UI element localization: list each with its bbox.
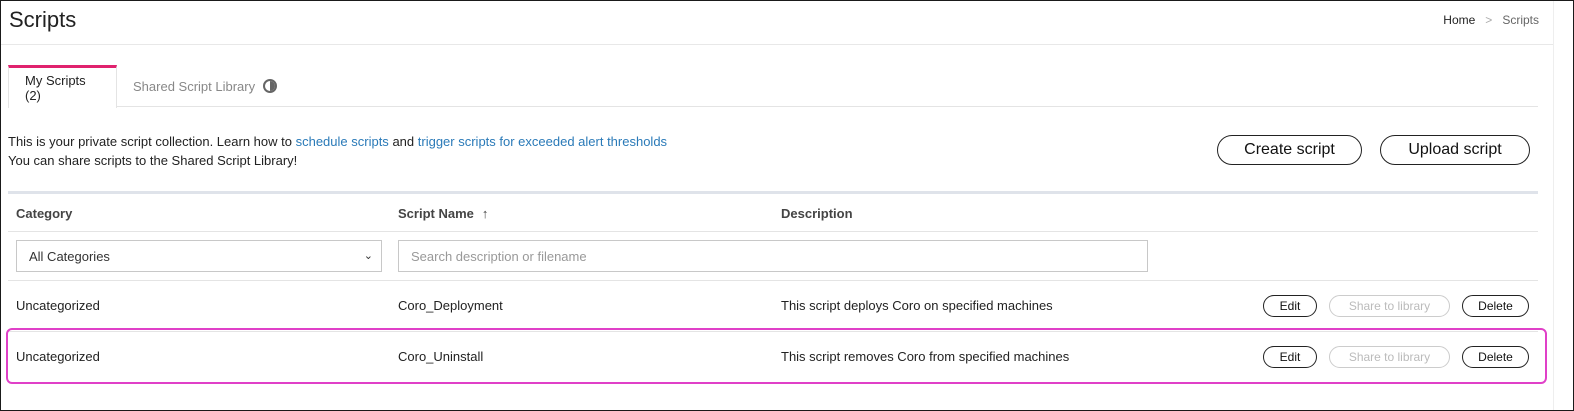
share-to-library-button[interactable]: Share to library [1329,346,1450,368]
category-select[interactable]: All Categories ⌄ [16,240,382,272]
toggle-icon [263,79,278,93]
row-category: Uncategorized [16,298,100,313]
row-category: Uncategorized [16,349,100,364]
intro-line2: You can share scripts to the Shared Scri… [8,153,298,168]
tab-shared-script-library[interactable]: Shared Script Library [117,65,293,107]
scripts-table: Category Script Name ↑ Description All Ca… [8,191,1538,383]
row-script-name: Coro_Deployment [398,298,503,313]
breadcrumb-home-link[interactable]: Home [1443,13,1475,27]
edit-button[interactable]: Edit [1263,295,1317,317]
table-row: Uncategorized Coro_Uninstall This script… [8,332,1538,383]
intro-prefix: This is your private script collection. … [8,134,292,149]
delete-button[interactable]: Delete [1462,346,1529,368]
table-row: Uncategorized Coro_Deployment This scrip… [8,281,1538,332]
breadcrumb: Home > Scripts [1443,13,1539,27]
row-description: This script deploys Coro on specified ma… [781,298,1053,313]
chevron-down-icon: ⌄ [363,250,373,262]
tab-my-scripts[interactable]: My Scripts (2) [8,65,117,108]
intro-text: This is your private script collection. … [8,132,667,170]
edit-button[interactable]: Edit [1263,346,1317,368]
sort-ascending-icon[interactable]: ↑ [482,206,489,221]
share-to-library-button[interactable]: Share to library [1329,295,1450,317]
schedule-scripts-link[interactable]: schedule scripts [296,134,389,149]
trigger-scripts-link[interactable]: trigger scripts for exceeded alert thres… [418,134,667,149]
create-script-button[interactable]: Create script [1217,135,1362,165]
tab-label: Shared Script Library [133,78,256,94]
upload-script-button[interactable]: Upload script [1380,135,1530,165]
table-header: Category Script Name ↑ Description [8,194,1538,232]
page-scrollbar[interactable] [1553,1,1573,410]
breadcrumb-separator: > [1485,13,1493,27]
tab-label: My Scripts (2) [25,73,86,103]
category-select-value: All Categories [29,248,110,264]
delete-button[interactable]: Delete [1462,295,1529,317]
page-header: Scripts Home > Scripts [1,1,1553,45]
tab-bar: My Scripts (2) Shared Script Library [8,65,1538,108]
column-header-category[interactable]: Category [16,206,72,221]
filter-row: All Categories ⌄ [8,232,1538,281]
page-title: Scripts [9,7,77,32]
search-input[interactable] [398,240,1148,272]
intro-mid: and [392,134,415,149]
row-script-name: Coro_Uninstall [398,349,484,364]
breadcrumb-current: Scripts [1502,13,1539,27]
column-header-script-name[interactable]: Script Name ↑ [398,206,488,221]
row-description: This script removes Coro from specified … [781,349,1070,364]
column-header-description[interactable]: Description [781,206,853,221]
